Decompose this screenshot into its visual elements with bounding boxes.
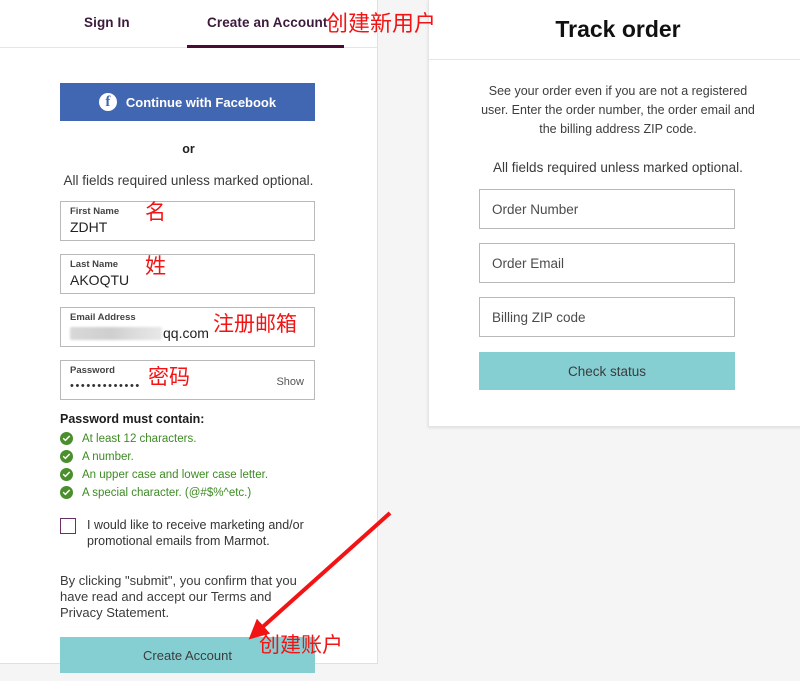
track-order-header: Track order — [429, 0, 800, 60]
email-address-field[interactable]: Email Address qq.com — [60, 307, 315, 347]
facebook-icon: f — [98, 93, 117, 111]
account-tabs: Sign In Create an Account — [0, 0, 377, 48]
show-password-link[interactable]: Show — [276, 376, 304, 388]
password-value: ••••••••••••• — [70, 380, 141, 392]
billing-zip-code-input[interactable]: Billing ZIP code — [479, 297, 735, 337]
order-number-input[interactable]: Order Number — [479, 189, 735, 229]
track-order-title: Track order — [555, 16, 681, 42]
marketing-optin-checkbox[interactable] — [60, 518, 76, 534]
email-address-label: Email Address — [70, 312, 136, 323]
create-account-card: Sign In Create an Account f Continue wit… — [0, 0, 378, 673]
required-fields-note: All fields required unless marked option… — [63, 173, 314, 188]
first-name-field[interactable]: First Name ZDHT — [60, 201, 315, 241]
marketing-optin-row: I would like to receive marketing and/or… — [60, 517, 310, 549]
email-address-value-row: qq.com — [70, 324, 305, 343]
password-rule-label: At least 12 characters. — [82, 432, 197, 445]
track-order-form: See your order even if you are not a reg… — [429, 60, 800, 426]
check-icon — [60, 450, 73, 463]
terms-link[interactable]: Terms — [211, 589, 246, 604]
check-status-button[interactable]: Check status — [479, 352, 735, 390]
check-icon — [60, 468, 73, 481]
order-email-input[interactable]: Order Email — [479, 243, 735, 283]
password-field[interactable]: Password ••••••••••••• Show — [60, 360, 315, 400]
track-order-description: See your order even if you are not a reg… — [481, 84, 755, 136]
check-icon — [60, 486, 73, 499]
check-icon — [60, 432, 73, 445]
tab-sign-in[interactable]: Sign In — [84, 15, 130, 30]
track-order-required-note: All fields required unless marked option… — [493, 160, 743, 175]
last-name-value: AKOQTU — [70, 272, 130, 288]
legal-disclaimer: By clicking "submit", you confirm that y… — [60, 573, 310, 621]
legal-text-and: and — [246, 589, 272, 604]
first-name-value: ZDHT — [70, 219, 108, 235]
last-name-label: Last Name — [70, 259, 119, 270]
last-name-field[interactable]: Last Name AKOQTU — [60, 254, 315, 294]
password-rule-label: An upper case and lower case letter. — [82, 468, 269, 481]
password-rule-item: A special character. (@#$%^etc.) — [60, 486, 317, 499]
password-label: Password — [70, 365, 115, 376]
active-tab-underline — [187, 45, 344, 48]
first-name-label: First Name — [70, 206, 120, 217]
email-redacted-block — [70, 327, 162, 340]
continue-with-facebook-label: Continue with Facebook — [125, 94, 277, 110]
legal-text-after: . — [165, 605, 170, 620]
password-rule-label: A special character. (@#$%^etc.) — [82, 486, 252, 499]
or-divider-label: or — [182, 142, 195, 156]
privacy-statement-link[interactable]: Privacy Statement — [60, 605, 166, 620]
continue-with-facebook-button[interactable]: f Continue with Facebook — [60, 83, 315, 121]
password-rule-item: A number. — [60, 450, 317, 463]
password-rules-list: At least 12 characters. A number. An upp… — [60, 432, 317, 499]
email-address-value: qq.com — [163, 325, 209, 341]
password-rule-item: At least 12 characters. — [60, 432, 317, 445]
page-root: Sign In Create an Account f Continue wit… — [0, 0, 800, 681]
password-rule-item: An upper case and lower case letter. — [60, 468, 317, 481]
create-account-button[interactable]: Create Account — [60, 637, 315, 673]
tab-create-an-account[interactable]: Create an Account — [207, 15, 327, 30]
track-order-card: Track order See your order even if you a… — [428, 0, 800, 427]
marketing-optin-label: I would like to receive marketing and/or… — [87, 518, 304, 548]
create-account-form: f Continue with Facebook or All fields r… — [0, 83, 377, 673]
password-rules-title: Password must contain: — [60, 412, 205, 426]
password-rule-label: A number. — [82, 450, 134, 463]
